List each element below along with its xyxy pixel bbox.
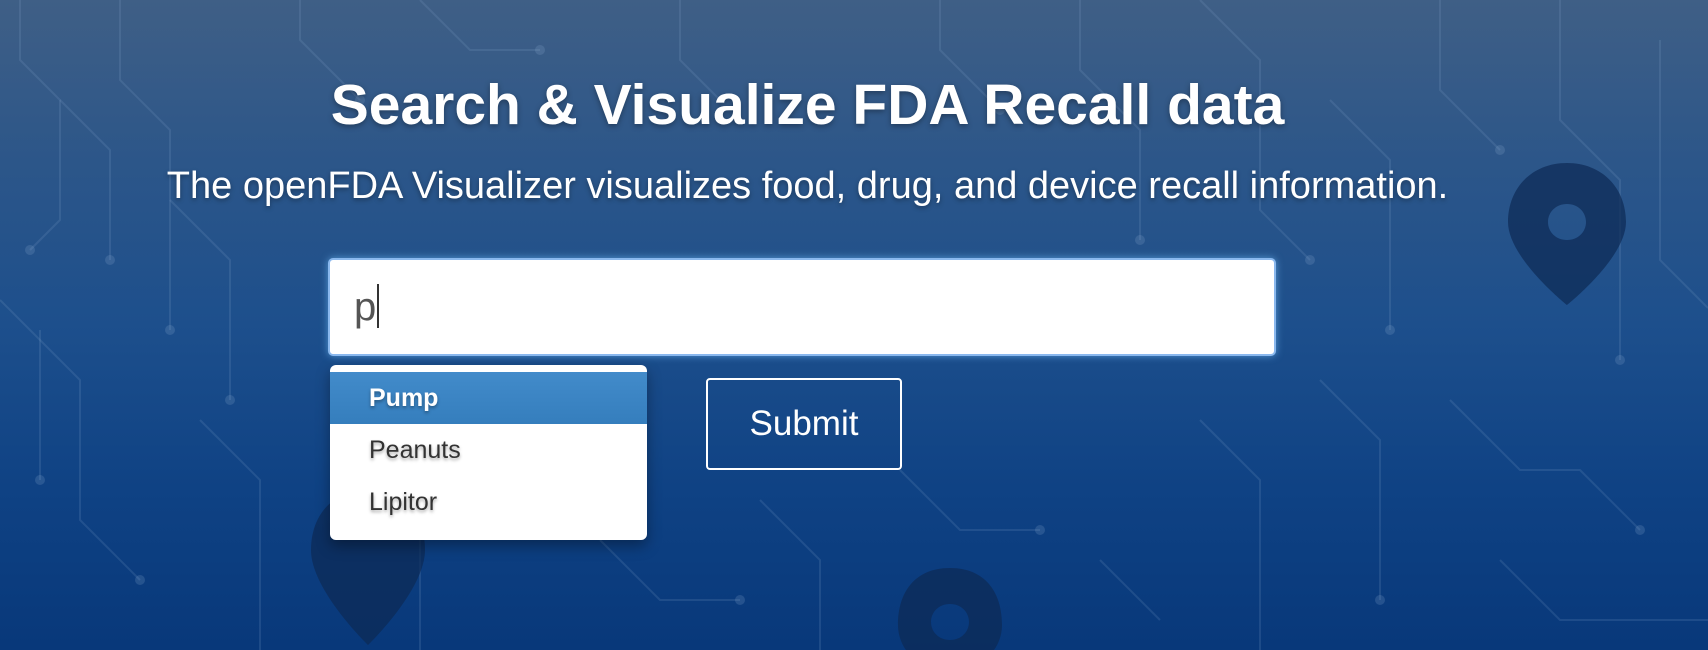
page-subtitle: The openFDA Visualizer visualizes food, …	[166, 165, 1449, 207]
suggestion-item-pump[interactable]: Pump	[330, 372, 647, 424]
autocomplete-dropdown: Pump Peanuts Lipitor	[330, 365, 647, 540]
suggestion-item-peanuts[interactable]: Peanuts	[330, 424, 647, 476]
search-input[interactable]: p	[328, 258, 1276, 356]
map-pin-icon	[898, 568, 1002, 650]
text-caret	[377, 284, 380, 329]
suggestion-item-lipitor[interactable]: Lipitor	[330, 476, 647, 528]
search-input-value: p	[354, 285, 377, 329]
submit-button[interactable]: Submit	[706, 378, 902, 470]
page-title: Search & Visualize FDA Recall data	[330, 73, 1285, 137]
